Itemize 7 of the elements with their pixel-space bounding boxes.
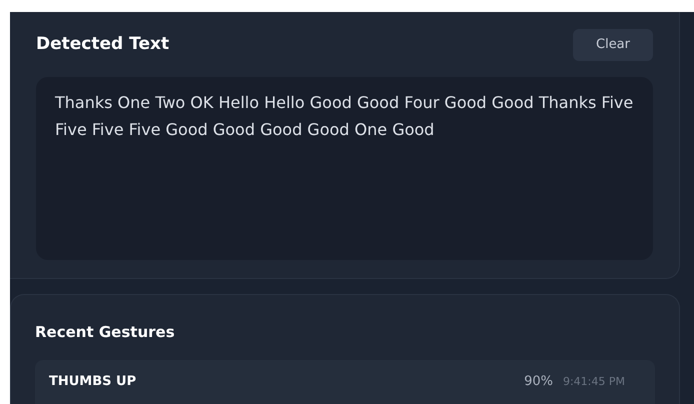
- clear-button[interactable]: Clear: [573, 29, 653, 61]
- card-title: Recent Gestures: [35, 322, 176, 342]
- detected-text-box: Thanks One Two OK Hello Hello Good Good Four Good Good Thanks Five Five Five Five Good Good Good Good One Good: [36, 77, 653, 260]
- gesture-time: 9:41:45 PM: [562, 374, 625, 390]
- gesture-confidence: 90%: [524, 373, 553, 392]
- gesture-name: THUMBS UP: [49, 373, 138, 392]
- card-title: Detected Text: [36, 33, 170, 56]
